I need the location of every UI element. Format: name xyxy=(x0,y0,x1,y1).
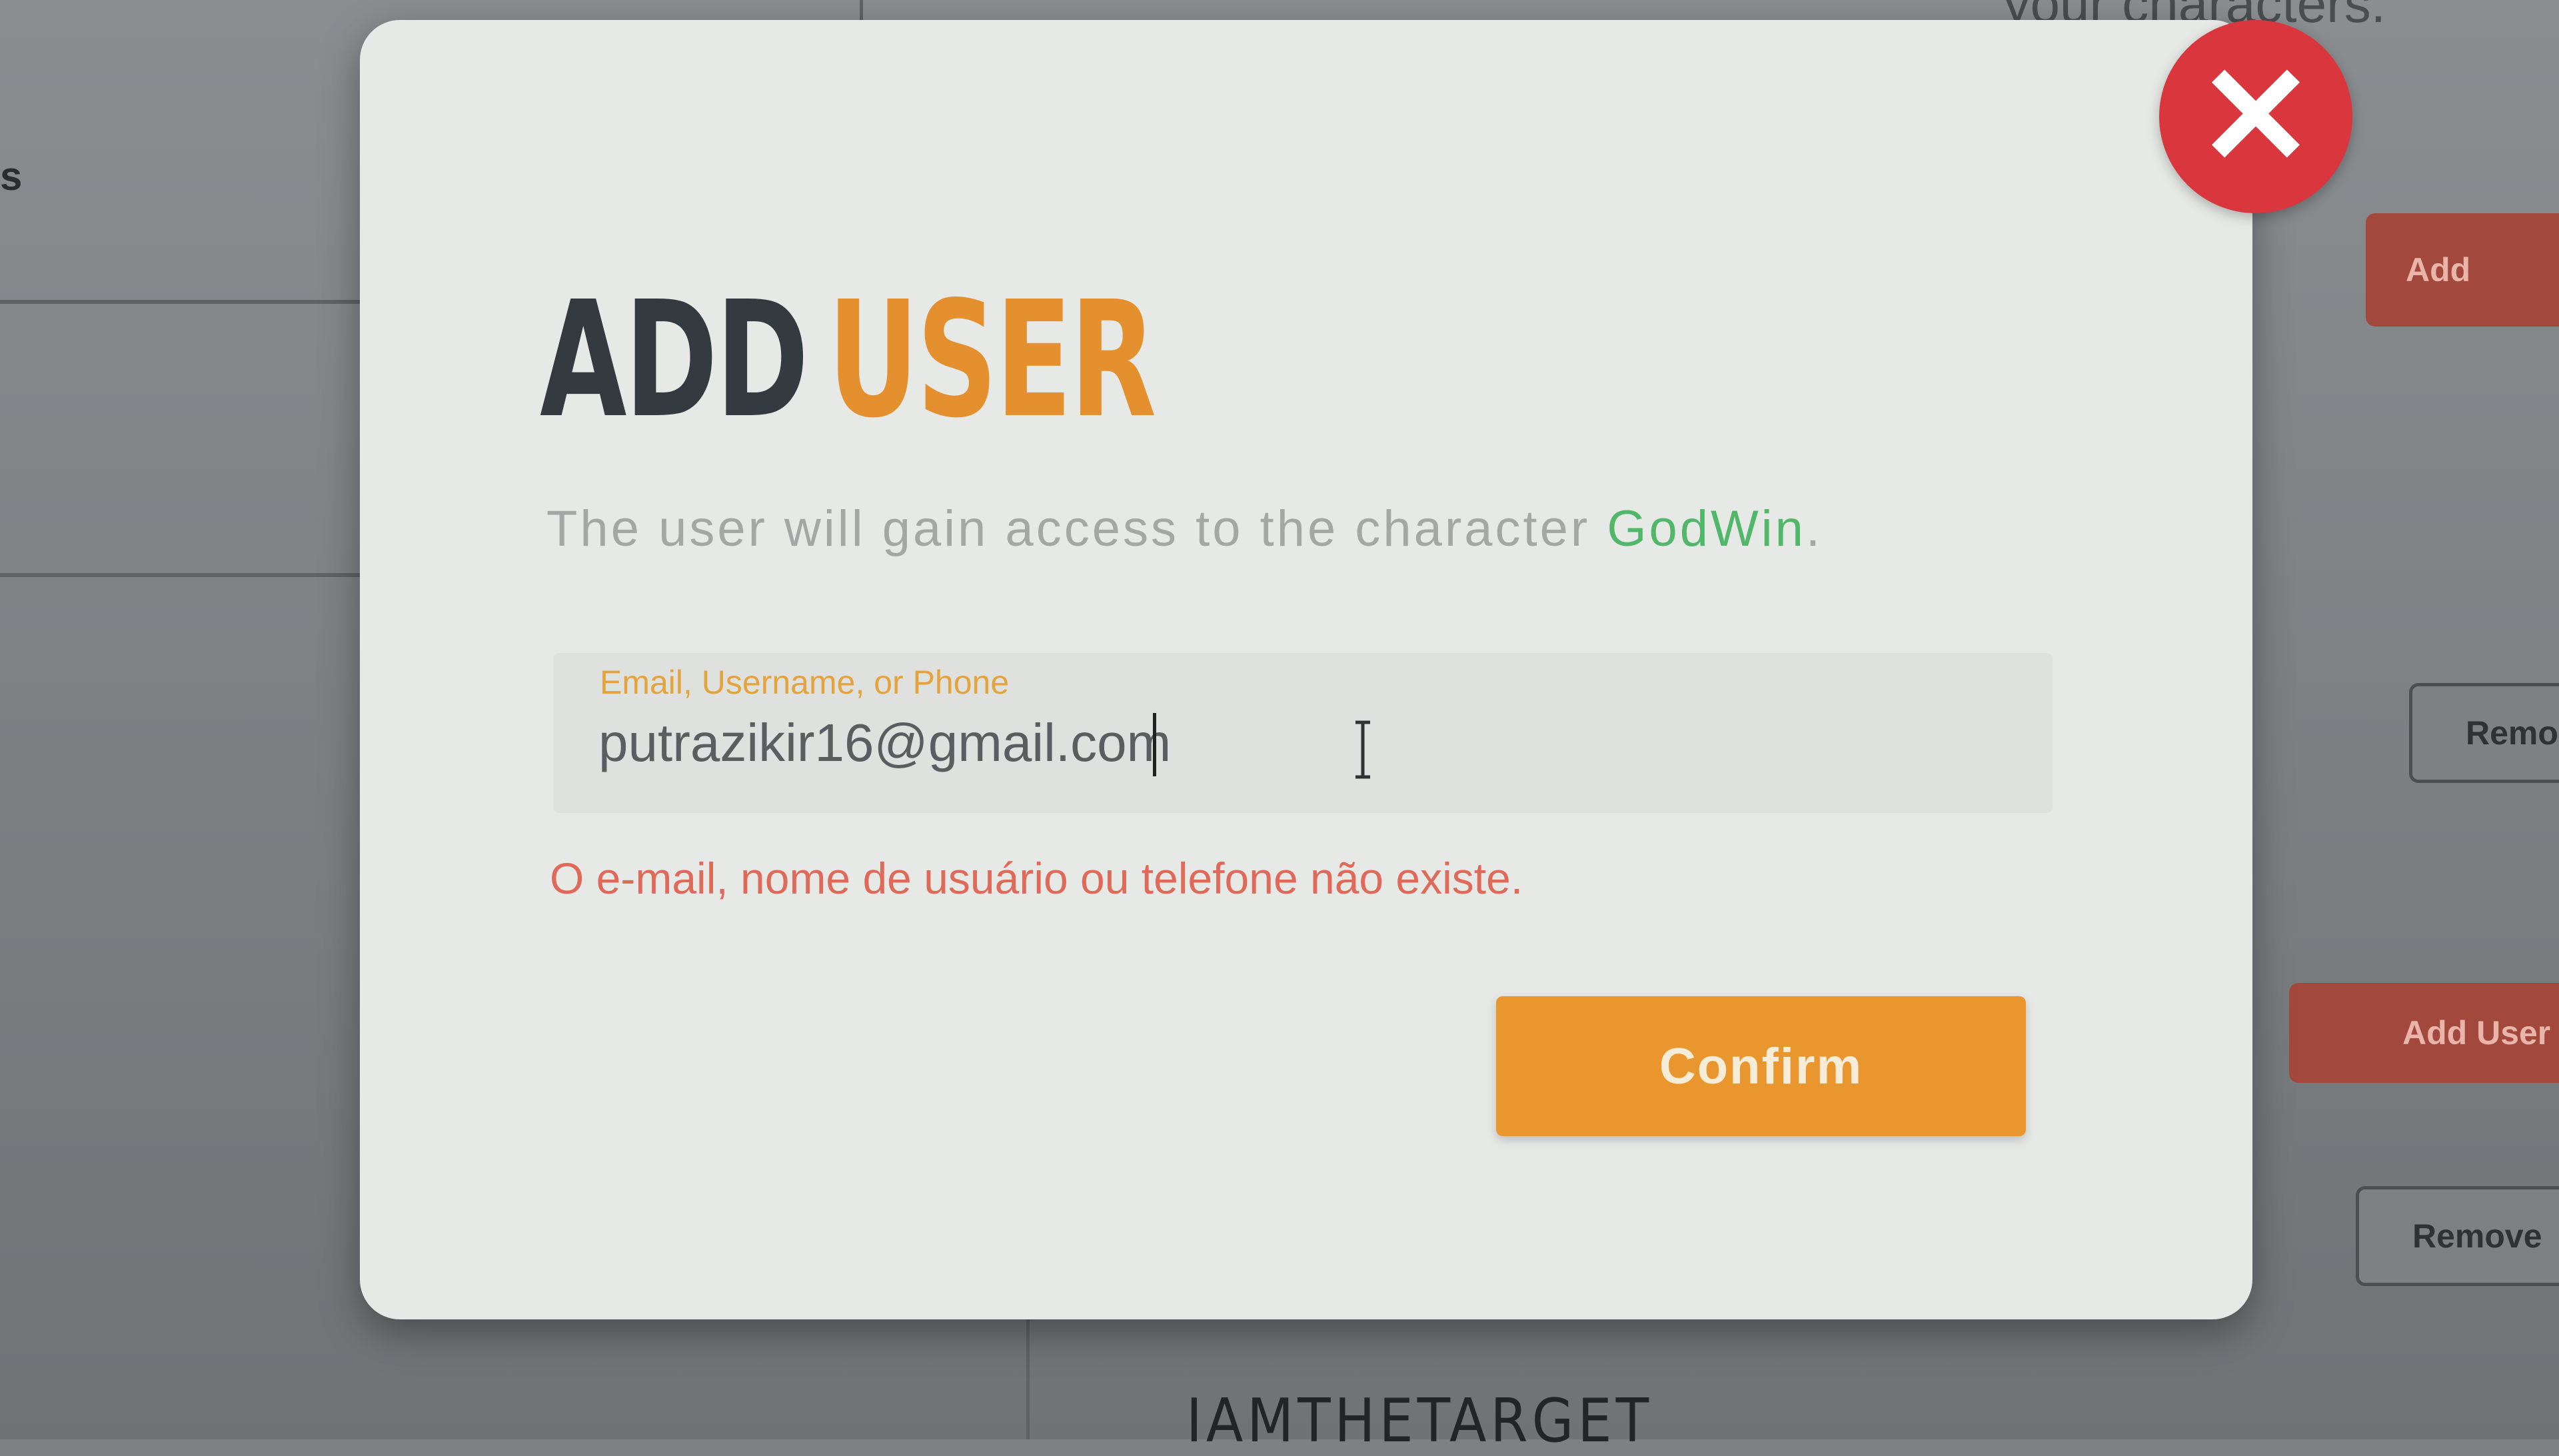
ibeam-cursor-icon xyxy=(1355,720,1370,779)
error-message: O e-mail, nome de usuário ou telefone nã… xyxy=(550,854,1523,903)
background-add-button[interactable]: Add xyxy=(2366,213,2559,327)
background-add-label: Add xyxy=(2406,251,2471,289)
confirm-label: Confirm xyxy=(1659,1038,1863,1095)
close-button[interactable]: ✕ xyxy=(2159,20,2352,213)
background-character-name: IAMTHETARGET xyxy=(1186,1386,1653,1456)
background-divider xyxy=(0,573,360,577)
background-remove-button[interactable]: Remo xyxy=(2409,683,2559,783)
background-remove-label: Remo xyxy=(2466,714,2558,752)
background-divider xyxy=(0,300,360,304)
background-add-user-label: Add User xyxy=(2402,1014,2551,1052)
title-part-user: USER xyxy=(827,267,1156,453)
user-identifier-input[interactable] xyxy=(598,706,1798,780)
close-icon: ✕ xyxy=(2197,38,2314,195)
modal-title: ADD USER xyxy=(540,267,1156,453)
modal-subtitle: The user will gain access to the charact… xyxy=(546,500,1823,558)
background-add-user-button[interactable]: Add User xyxy=(2289,983,2559,1083)
confirm-button[interactable]: Confirm xyxy=(1496,996,2026,1136)
background-remove-label-2: Remove xyxy=(2412,1217,2542,1255)
background-divider xyxy=(1026,1319,1030,1439)
background-side-text: s xyxy=(0,154,23,199)
character-name: GodWin xyxy=(1607,500,1806,557)
background-remove-button-2[interactable]: Remove xyxy=(2356,1186,2559,1286)
subtitle-text: The user will gain access to the charact… xyxy=(546,500,1591,557)
text-caret xyxy=(1153,713,1156,776)
subtitle-period: . xyxy=(1805,500,1823,557)
user-field-label: Email, Username, or Phone xyxy=(600,664,1010,701)
title-part-add: ADD xyxy=(540,267,809,453)
